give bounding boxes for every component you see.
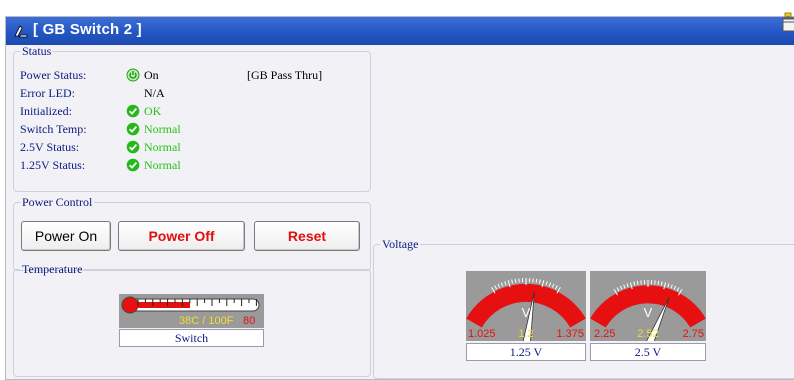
temperature-reading: 38C / 100F: [179, 315, 234, 327]
error-led-label: Error LED:: [20, 85, 75, 101]
switch-temp-sensor-label: Switch: [119, 329, 264, 347]
restore-icon[interactable]: [782, 12, 794, 32]
switch-icon: [13, 23, 29, 39]
temperature-legend: Temperature: [20, 262, 84, 277]
voltage-legend: Voltage: [380, 237, 420, 252]
switch-temp-label: Switch Temp:: [20, 121, 87, 137]
status-legend: Status: [20, 44, 53, 59]
power-status-label: Power Status:: [20, 67, 86, 83]
panel-frame: [ GB Switch 2 ] Status Power Status: On …: [5, 16, 794, 380]
status-2-5v-label: 2.5V Status:: [20, 139, 79, 155]
dial-min: 1.025: [468, 328, 496, 340]
dial-unit: V: [644, 305, 653, 320]
thermometer-gauge: 38C / 100F 80: [119, 294, 264, 328]
voltage-dial-2-5v: V 2.25 2.52 2.75: [590, 271, 706, 341]
dial-tick: [658, 281, 659, 285]
status-1-25v-label: 1.25V Status:: [20, 157, 85, 173]
power-status-value: On: [144, 67, 159, 83]
dial-max: 1.375: [556, 328, 584, 340]
check-icon: [126, 158, 140, 172]
temperature-max: 80: [243, 315, 255, 327]
dial-tick: [637, 281, 638, 285]
status-row-error-led: Error LED: N/A: [14, 85, 364, 101]
reset-button[interactable]: Reset: [254, 221, 360, 251]
power-control-legend: Power Control: [20, 195, 94, 210]
voltage-dial-1-25v: V 1.025 1.2 1.375: [466, 271, 586, 341]
error-led-value: N/A: [144, 85, 165, 101]
status-2-5v-value: Normal: [144, 139, 181, 155]
window-title: [ GB Switch 2 ]: [33, 21, 142, 38]
initialized-label: Initialized:: [20, 103, 72, 119]
status-row-initialized: Initialized: OK: [14, 103, 364, 119]
check-icon: [126, 140, 140, 154]
status-row-power: Power Status: On [GB Pass Thru]: [14, 67, 364, 83]
dial-center: 1.2: [518, 328, 533, 340]
dial-center: 2.52: [637, 328, 658, 340]
voltage-label-2-5v: 2.5 V: [590, 343, 706, 361]
check-icon: [126, 122, 140, 136]
dial-tick: [536, 279, 537, 283]
initialized-value: OK: [144, 103, 161, 119]
status-row-switch-temp: Switch Temp: Normal: [14, 121, 364, 137]
status-row-1-25v: 1.25V Status: Normal: [14, 157, 364, 173]
voltage-gauge-1-25v: V 1.025 1.2 1.375 1.25 V: [466, 271, 586, 345]
status-1-25v-value: Normal: [144, 157, 181, 173]
switch-temp-value: Normal: [144, 121, 181, 137]
dial-min: 2.25: [594, 328, 615, 340]
voltage-label-1-25v: 1.25 V: [466, 343, 586, 361]
power-on-icon: [126, 68, 140, 82]
power-off-button[interactable]: Power Off: [118, 221, 245, 251]
dial-tick: [515, 279, 516, 283]
power-on-button[interactable]: Power On: [21, 221, 111, 251]
voltage-gauge-2-5v: V 2.25 2.52 2.75 2.5 V: [590, 271, 706, 345]
status-row-2-5v: 2.5V Status: Normal: [14, 139, 364, 155]
title-bar: [ GB Switch 2 ]: [6, 17, 794, 45]
power-mode-value: [GB Pass Thru]: [247, 67, 322, 83]
dial-max: 2.75: [683, 328, 704, 340]
check-icon: [126, 104, 140, 118]
